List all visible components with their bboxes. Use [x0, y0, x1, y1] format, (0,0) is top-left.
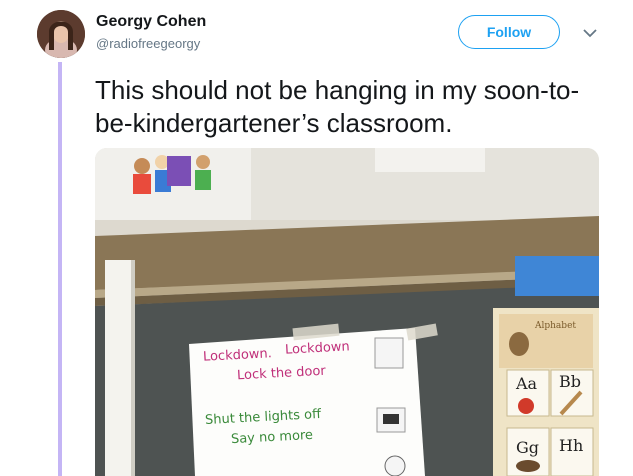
user-avatar[interactable] [37, 10, 85, 58]
follow-button[interactable]: Follow [458, 15, 560, 49]
alphabet-cell-hh: Hh [559, 436, 584, 455]
tweet-text: This should not be hanging in my soon-to… [95, 75, 580, 138]
user-handle[interactable]: @radiofreegeorgy [96, 36, 200, 51]
thread-line [58, 62, 62, 476]
alphabet-cell-bb: Bb [559, 372, 581, 391]
tweet-photo[interactable]: Lockdown. Lockdown Lock the door Shut th… [95, 148, 599, 476]
chevron-down-icon[interactable] [582, 25, 598, 41]
alphabet-title: Alphabet [535, 321, 577, 331]
classroom-photo [95, 148, 599, 476]
avatar-image [37, 10, 85, 58]
alphabet-cell-gg: Gg [516, 438, 540, 457]
alphabet-cell-aa: Aa [516, 374, 538, 393]
user-name[interactable]: Georgy Cohen [96, 13, 206, 31]
